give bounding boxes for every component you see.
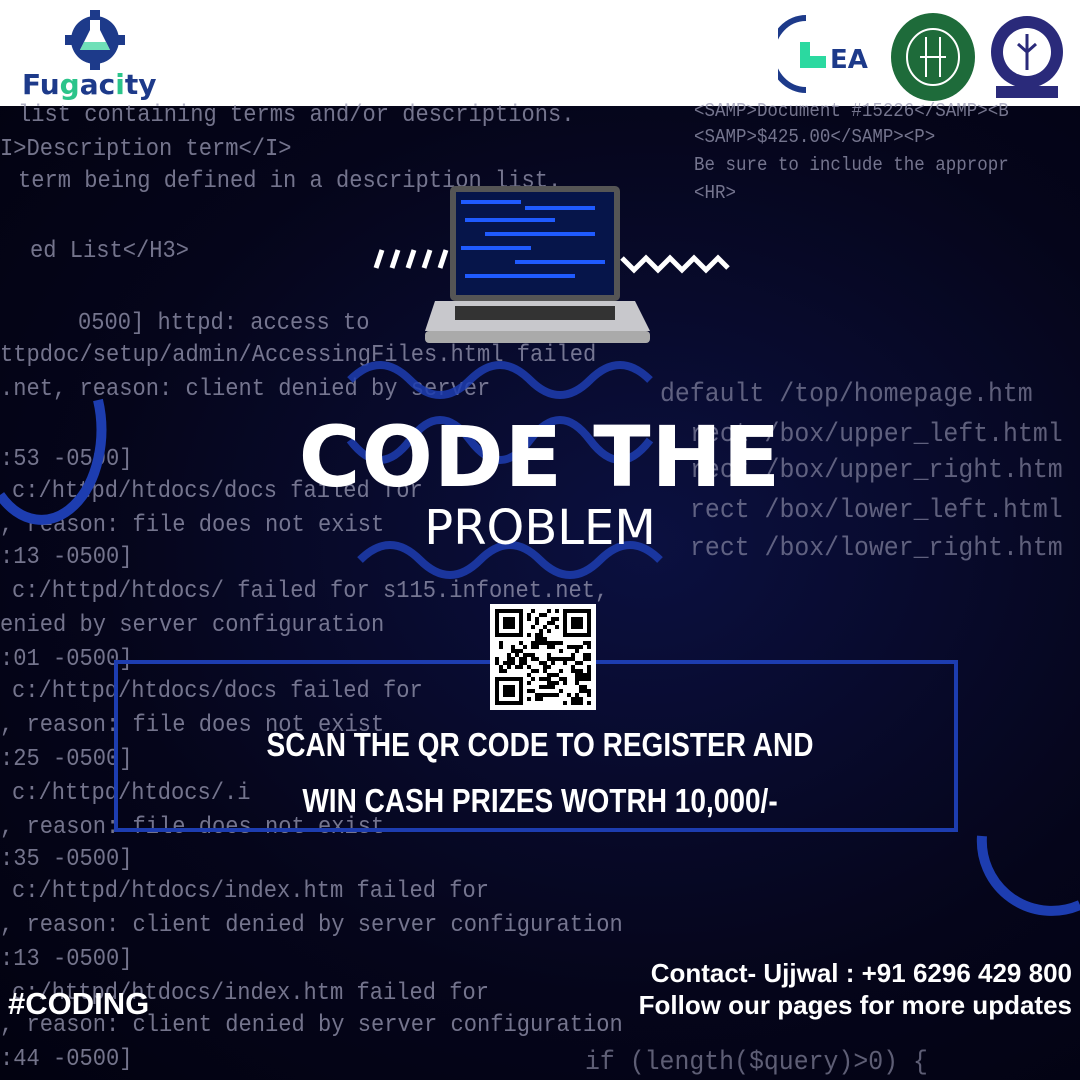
cta-line-2: WIN CASH PRIZES WOTRH 10,000/- (302, 782, 778, 819)
headline-line-1: CODE THE (298, 408, 782, 506)
headline-line-2: PROBLEM (424, 500, 656, 556)
laptop-illustration (425, 186, 650, 343)
registration-qr-code[interactable] (490, 604, 596, 710)
hashtag: #CODING (8, 986, 150, 1021)
contact-info: Contact- Ujjwal : +91 6296 429 800 (650, 958, 1072, 988)
cta-line-1: SCAN THE QR CODE TO REGISTER AND (266, 726, 814, 763)
follow-note: Follow our pages for more updates (638, 990, 1072, 1020)
